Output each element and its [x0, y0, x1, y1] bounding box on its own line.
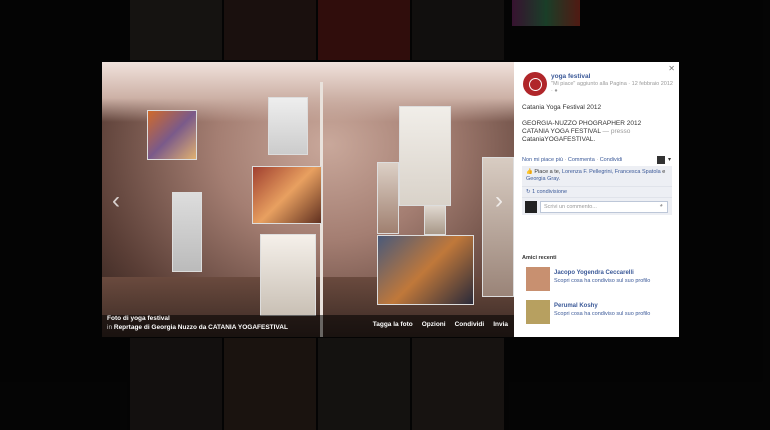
exhibit-photo [268, 97, 308, 155]
chevron-left-icon[interactable]: ‹ [112, 189, 120, 213]
comment-link[interactable]: Commenta [568, 157, 595, 163]
post-actions: Non mi piace più · Commenta · Condividi [522, 157, 623, 163]
photo-title: Foto di yoga festival [107, 315, 170, 322]
friend-item: Jacopo Yogendra Ceccarelli Scopri cosa h… [526, 267, 676, 291]
avatar[interactable] [526, 267, 550, 291]
exhibit-photo [147, 110, 197, 160]
share-menu-icon[interactable] [657, 156, 665, 164]
send-button[interactable]: Invia [493, 321, 508, 328]
exhibit-photo [399, 106, 451, 206]
photo-viewer: ‹ › Foto di yoga festival in Reprtage di… [102, 62, 679, 337]
likers-link[interactable]: Lorenza F. Pellegrini, Francesca Spatola [562, 169, 661, 175]
unlike-link[interactable]: Non mi piace più [522, 157, 563, 163]
post-text: Catania Yoga Festival 2012 GEORGIA-NUZZO… [522, 104, 642, 143]
globe-icon: ● [554, 88, 558, 94]
recent-friends-title: Amici recenti [522, 255, 557, 261]
camera-icon[interactable]: ◕ [659, 203, 663, 209]
share-link[interactable]: Condividi [600, 157, 623, 163]
comment-input[interactable]: Scrivi un commento... ◕ [540, 201, 668, 213]
friend-item: Perumal Koshy Scopri cosa ha condiviso s… [526, 300, 676, 324]
friend-profile-link[interactable]: Scopri cosa ha condiviso sul suo profilo [554, 278, 650, 284]
comment-composer: Scrivi un commento... ◕ [522, 197, 672, 215]
exhibit-photo [482, 157, 514, 297]
exhibit-photo [377, 162, 399, 234]
caption-bar: Foto di yoga festival in Reprtage di Geo… [102, 315, 514, 337]
album-link[interactable]: Reprtage di Georgia Nuzzo da CATANIA YOG… [114, 324, 288, 331]
thumbs-up-icon: 👍 [526, 169, 533, 175]
exhibit-photo [172, 192, 202, 272]
options-button[interactable]: Opzioni [422, 321, 446, 328]
likes-summary: 👍 Piace a te, Lorenza F. Pellegrini, Fra… [522, 166, 672, 186]
liked-note: "Mi piace" aggiunto alla Pagina · 12 feb… [551, 81, 673, 94]
friend-name-link[interactable]: Jacopo Yogendra Ceccarelli [554, 270, 634, 276]
album-line: in Reprtage di Georgia Nuzzo da CATANIA … [107, 324, 288, 331]
share-icon: ↻ [526, 189, 531, 195]
page-avatar[interactable] [523, 72, 547, 96]
share-button[interactable]: Condividi [455, 321, 485, 328]
chevron-right-icon[interactable]: › [495, 189, 503, 213]
exhibit-photo [424, 205, 446, 235]
exhibit-photo [252, 166, 322, 224]
details-panel: ✕ yoga festival "Mi piace" aggiunto alla… [514, 62, 679, 337]
exhibit-photo [260, 234, 316, 316]
photo-actions: Tagga la foto Opzioni Condividi Invia [373, 321, 508, 328]
shares-summary[interactable]: ↻ 1 condivisione [522, 186, 672, 197]
tag-photo-button[interactable]: Tagga la foto [373, 321, 413, 328]
close-icon[interactable]: ✕ [668, 64, 675, 73]
avatar[interactable] [526, 300, 550, 324]
chevron-down-icon[interactable]: ▾ [668, 156, 671, 163]
in-label: in [107, 324, 113, 331]
exhibit-photo [377, 235, 474, 305]
page-name-link[interactable]: yoga festival [551, 73, 590, 80]
photo-stage[interactable]: ‹ › Foto di yoga festival in Reprtage di… [102, 62, 514, 337]
liker-last-link[interactable]: Georgia Gray. [526, 176, 560, 182]
friend-name-link[interactable]: Perumal Koshy [554, 303, 598, 309]
avatar [525, 201, 537, 213]
friend-profile-link[interactable]: Scopri cosa ha condiviso sul suo profilo [554, 311, 650, 317]
